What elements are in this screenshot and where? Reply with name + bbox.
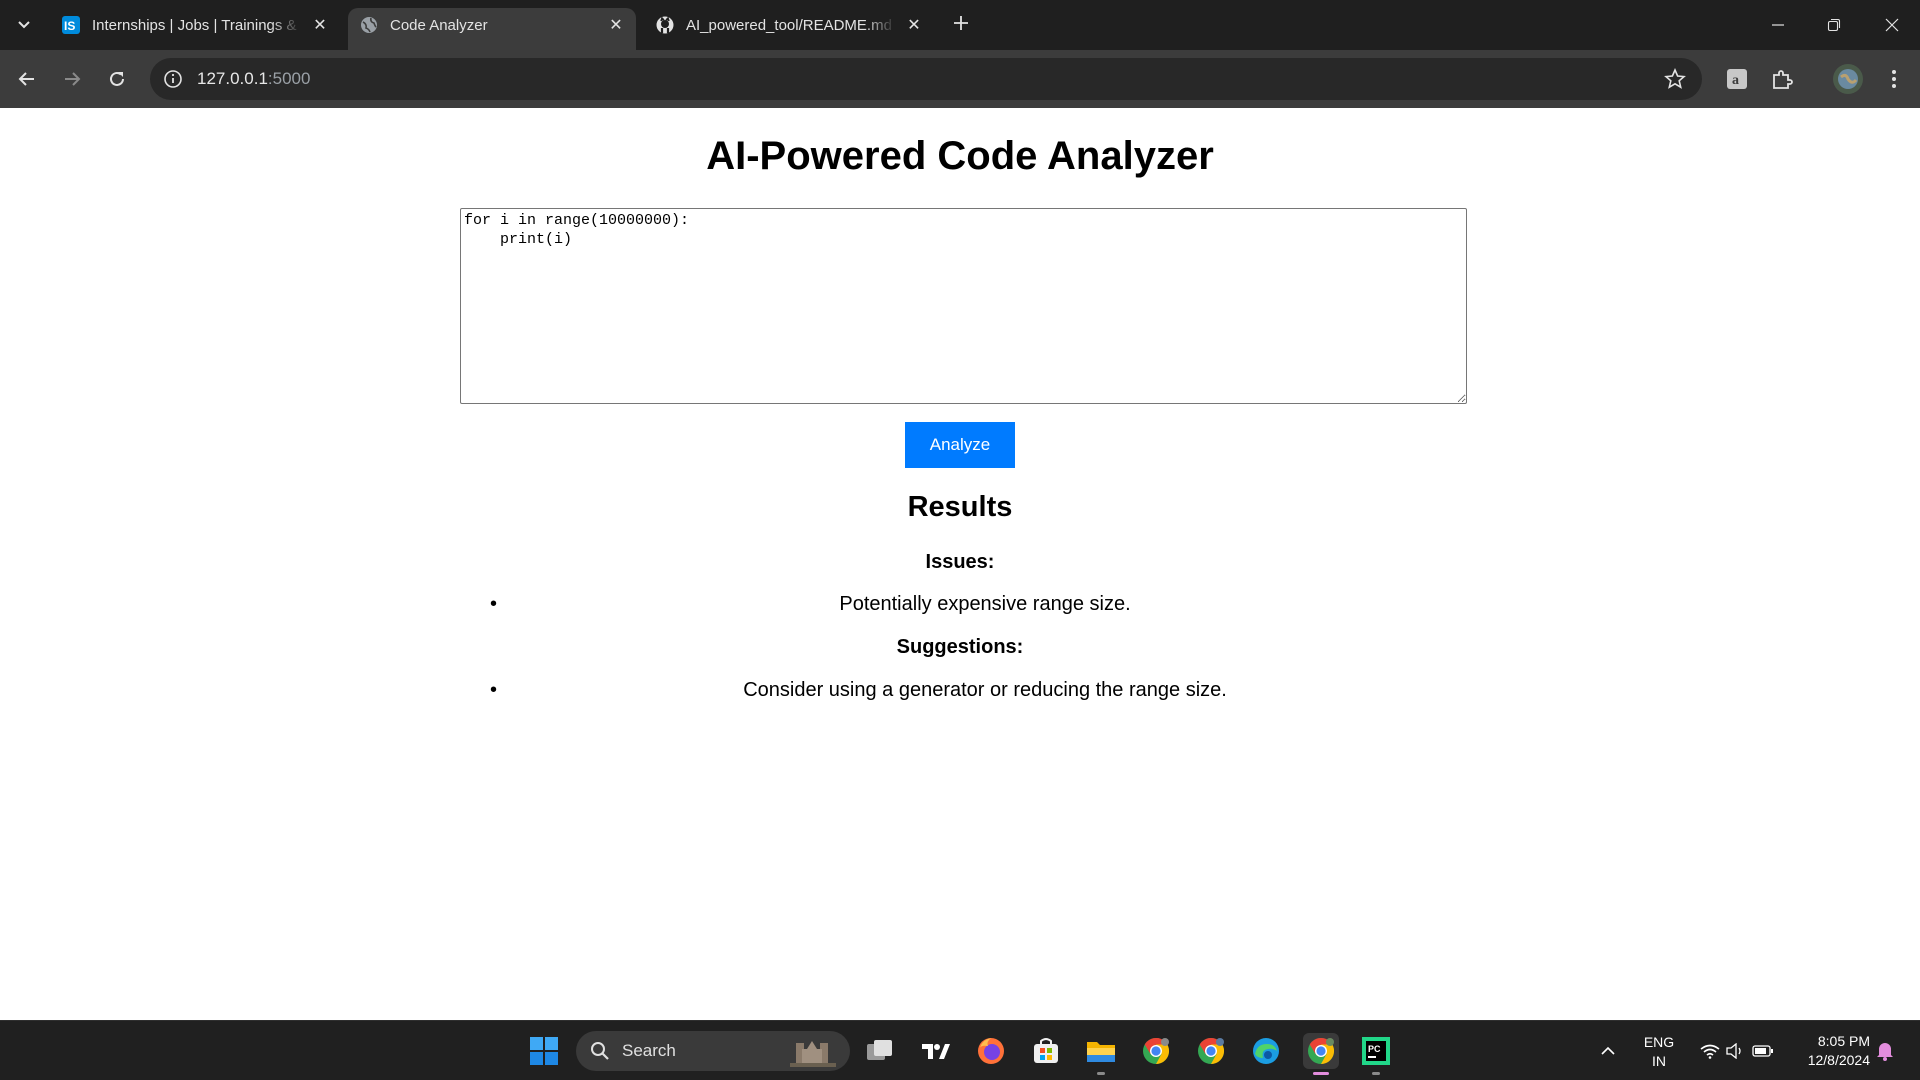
plus-icon — [954, 16, 968, 30]
restore-button[interactable] — [1806, 0, 1862, 50]
edge-icon — [1253, 1038, 1279, 1064]
minimize-icon — [1772, 24, 1784, 26]
back-button[interactable] — [12, 64, 42, 94]
puzzle-icon — [1773, 70, 1793, 89]
page-title: AI-Powered Code Analyzer — [706, 134, 1214, 178]
svg-text:PC: PC — [1368, 1044, 1381, 1054]
chevron-down-icon — [18, 21, 30, 29]
extension-amazon-button[interactable]: a — [1722, 64, 1752, 94]
tab-title: AI_powered_tool/README.md at main — [686, 16, 896, 34]
extensions-button[interactable] — [1767, 64, 1797, 94]
new-tab-button[interactable] — [948, 12, 974, 38]
amazon-extension-icon: a — [1727, 69, 1747, 89]
svg-text:IS: IS — [64, 19, 75, 33]
date-text: 12/8/2024 — [1807, 1052, 1870, 1068]
url-host: 127.0.0.1 — [197, 69, 268, 88]
taskbar-pycharm[interactable]: PC — [1358, 1033, 1394, 1075]
tab-internshala[interactable]: IS Internships | Jobs | Trainings & Plac… — [50, 8, 340, 42]
issues-heading: Issues: — [925, 551, 995, 573]
suggestion-text: Consider using a generator or reducing t… — [743, 679, 1227, 701]
tab-title: Code Analyzer — [390, 16, 488, 34]
svg-text:a: a — [1732, 73, 1739, 88]
taskbar-chrome-profile-2[interactable] — [1193, 1033, 1229, 1069]
tab-code-analyzer[interactable]: Code Analyzer ✕ — [348, 8, 636, 50]
clock[interactable]: 8:05 PM 12/8/2024 — [1790, 1032, 1870, 1070]
globe-icon — [360, 16, 378, 34]
volume-icon — [1726, 1043, 1741, 1059]
taskbar-edge[interactable] — [1248, 1033, 1284, 1069]
taskbar-file-explorer[interactable] — [1083, 1033, 1119, 1075]
close-icon[interactable]: ✕ — [606, 15, 626, 35]
arrow-left-icon — [18, 72, 34, 86]
tray-overflow-button[interactable] — [1594, 1033, 1622, 1069]
taskbar-tradingview[interactable] — [918, 1033, 954, 1069]
internshala-icon: IS — [62, 16, 80, 34]
language-code: ENG — [1643, 1034, 1675, 1050]
chrome-icon — [1198, 1037, 1225, 1065]
page-content: AI-Powered Code Analyzer for i in range(… — [0, 108, 1920, 1020]
tab-github[interactable]: AI_powered_tool/README.md at main ✕ — [644, 8, 934, 42]
reload-icon — [110, 71, 124, 86]
chrome-icon — [1308, 1037, 1335, 1065]
notifications-button[interactable] — [1872, 1033, 1898, 1069]
tab-strip: IS Internships | Jobs | Trainings & Plac… — [0, 0, 1920, 50]
tab-title: Internships | Jobs | Trainings & Placeme… — [92, 16, 302, 34]
profile-button[interactable] — [1830, 61, 1866, 97]
star-icon[interactable] — [1664, 68, 1686, 90]
folder-icon — [1087, 1042, 1115, 1062]
taskbar-task-view[interactable] — [862, 1033, 898, 1069]
reload-button[interactable] — [102, 64, 132, 94]
time-text: 8:05 PM — [1817, 1033, 1870, 1049]
taskbar-search[interactable]: Search — [576, 1031, 850, 1071]
close-window-button[interactable] — [1864, 0, 1920, 50]
analyze-button[interactable]: Analyze — [905, 422, 1015, 468]
tab-search-button[interactable] — [10, 12, 38, 38]
minimize-button[interactable] — [1750, 0, 1806, 50]
bell-icon — [1877, 1043, 1893, 1061]
store-icon — [1034, 1038, 1058, 1063]
avatar — [1833, 64, 1863, 94]
info-icon[interactable] — [162, 68, 184, 90]
taskbar-chrome-active[interactable] — [1303, 1033, 1339, 1075]
region-code: IN — [1652, 1053, 1666, 1069]
tradingview-icon — [922, 1044, 950, 1059]
battery-icon — [1752, 1045, 1773, 1057]
github-icon — [656, 16, 674, 34]
close-icon — [1885, 18, 1899, 32]
forward-button[interactable] — [57, 64, 87, 94]
cathedral-icon — [790, 1041, 836, 1067]
menu-button[interactable] — [1879, 64, 1909, 94]
url-text[interactable]: 127.0.0.1:5000 — [197, 69, 310, 89]
start-button[interactable] — [526, 1033, 562, 1069]
url-port: :5000 — [267, 69, 311, 88]
language-indicator[interactable]: ENG IN — [1636, 1033, 1682, 1071]
bullet: • — [490, 593, 498, 615]
suggestions-heading: Suggestions: — [896, 636, 1024, 658]
close-icon[interactable]: ✕ — [310, 15, 330, 35]
firefox-icon — [978, 1038, 1004, 1064]
bullet: • — [490, 679, 498, 701]
chevron-up-icon — [1601, 1046, 1615, 1055]
code-input[interactable]: for i in range(10000000): print(i) — [460, 208, 1467, 404]
chrome-icon — [1143, 1037, 1170, 1065]
pycharm-icon: PC — [1362, 1037, 1390, 1065]
task-view-icon — [867, 1040, 892, 1060]
close-icon[interactable]: ✕ — [904, 15, 924, 35]
taskbar-firefox[interactable] — [973, 1033, 1009, 1069]
address-bar[interactable]: 127.0.0.1:5000 — [150, 58, 1702, 100]
issue-text: Potentially expensive range size. — [839, 593, 1131, 615]
windows-icon — [530, 1037, 558, 1065]
taskbar: Search PC ENG IN 8:05 PM 12/8/2024 — [0, 1020, 1920, 1080]
wifi-icon — [1700, 1044, 1720, 1059]
taskbar-chrome-profile-1[interactable] — [1138, 1033, 1174, 1069]
results-heading: Results — [907, 491, 1013, 523]
search-label: Search — [622, 1041, 676, 1060]
quick-settings-button[interactable] — [1692, 1033, 1782, 1069]
taskbar-store[interactable] — [1028, 1033, 1064, 1069]
search-icon — [591, 1042, 609, 1060]
arrow-right-icon — [65, 72, 81, 86]
browser-toolbar: 127.0.0.1:5000 a — [0, 50, 1920, 108]
more-vertical-icon — [1892, 70, 1896, 88]
restore-icon — [1827, 18, 1841, 32]
